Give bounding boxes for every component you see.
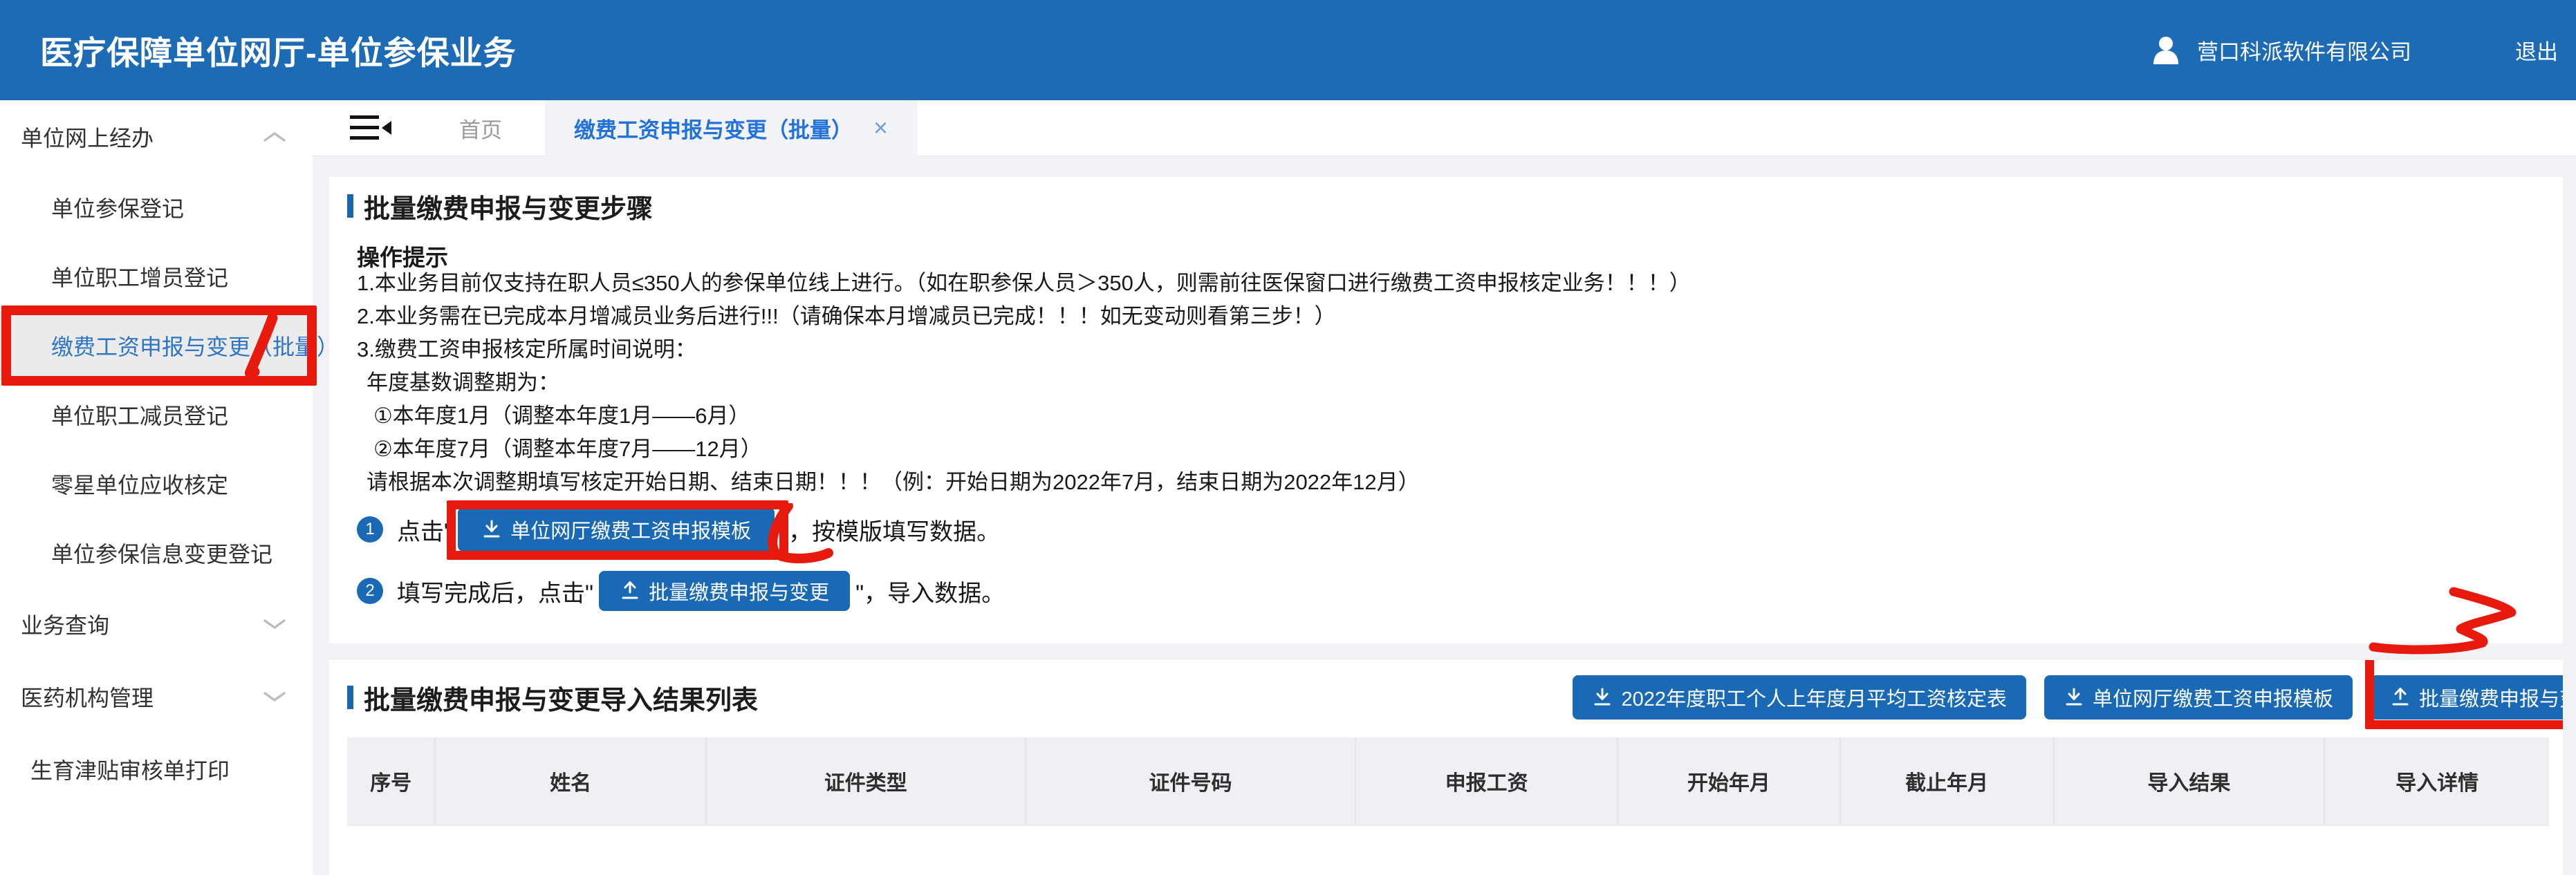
table-header-cell: 姓名 xyxy=(435,737,706,825)
steps-panel-title: 批量缴费申报与变更步骤 xyxy=(364,187,653,225)
table-header-cell: 证件类型 xyxy=(706,737,1026,825)
download-template-button-secondary[interactable]: 单位网厅缴费工资申报模板 xyxy=(2044,675,2353,719)
result-panel-title: 批量缴费申报与变更导入结果列表 xyxy=(364,679,758,717)
sidebar-item-label: 单位职工减员登记 xyxy=(51,399,228,431)
sidebar-group-unit-online-services[interactable]: 单位网上经办 xyxy=(0,100,313,173)
upload-icon xyxy=(620,581,640,601)
company-name: 营口科派软件有限公司 xyxy=(2197,35,2411,66)
chevron-up-icon xyxy=(263,124,286,149)
steps-panel-title-row: 批量缴费申报与变更步骤 xyxy=(347,192,2542,220)
tip-line: 年度基数调整期为： xyxy=(357,366,2542,399)
result-panel-header: 批量缴费申报与变更导入结果列表 2022年度职工个人上年度月平均工资核定表 xyxy=(347,675,2549,719)
user-icon xyxy=(2151,35,2180,66)
sidebar-item-label: 单位参保信息变更登记 xyxy=(51,537,272,569)
chevron-down-icon xyxy=(263,684,286,709)
step-2-pre-text: 填写完成后，点击" xyxy=(397,574,593,608)
sidebar-item-label: 零星单位应收核定 xyxy=(51,468,228,500)
section-accent-bar xyxy=(347,686,353,709)
step-1-badge: 1 xyxy=(357,516,383,543)
batch-upload-button[interactable]: 批量缴费申报与变更 xyxy=(599,571,850,611)
active-tab-label: 缴费工资申报与变更（批量） xyxy=(574,113,853,144)
chevron-down-icon xyxy=(263,611,286,637)
result-table: 序号 姓名 证件类型 证件号码 申报工资 开始年月 截止年月 导入结果 导入详情 xyxy=(347,737,2549,826)
content-area: 批量缴费申报与变更步骤 操作提示 1.本业务目前仅支持在职人员≤350人的参保单… xyxy=(313,156,2576,875)
step-2-row: 2 填写完成后，点击" 批量缴费申报与变更 "，导入数据。 xyxy=(357,570,2542,612)
sidebar-item-sporadic-receivable[interactable]: 零星单位应收核定 xyxy=(0,449,313,518)
result-panel-actions: 2022年度职工个人上年度月平均工资核定表 单位网厅缴费工资申报模板 xyxy=(1573,675,2563,719)
result-panel: 批量缴费申报与变更导入结果列表 2022年度职工个人上年度月平均工资核定表 xyxy=(329,660,2563,875)
tip-line: 1.本业务目前仅支持在职人员≤350人的参保单位线上进行。（如在职参保人员＞35… xyxy=(357,267,2542,300)
tip-line: 3.缴费工资申报核定所属时间说明： xyxy=(357,333,2542,366)
logout-button[interactable]: 退出 xyxy=(2515,35,2558,66)
sidebar-item-employee-remove[interactable]: 单位职工减员登记 xyxy=(0,380,313,449)
sidebar-item-label: 缴费工资申报与变更（批量） xyxy=(51,330,339,361)
step-1-post-text: "，按模版填写数据。 xyxy=(780,513,1000,547)
download-template-button[interactable]: 单位网厅缴费工资申报模板 xyxy=(458,507,775,552)
sidebar-group-business-query[interactable]: 业务查询 xyxy=(0,587,313,660)
table-header-cell: 证件号码 xyxy=(1026,737,1356,825)
download-icon xyxy=(1592,687,1613,708)
button-label: 单位网厅缴费工资申报模板 xyxy=(2093,683,2333,712)
header-right: 营口科派软件有限公司 退出 xyxy=(2151,35,2558,66)
close-icon[interactable]: × xyxy=(873,115,888,140)
step-2-badge: 2 xyxy=(357,578,383,604)
sidebar-group-medical-org-mgmt[interactable]: 医药机构管理 xyxy=(0,660,313,733)
app-title: 医疗保障单位网厅-单位参保业务 xyxy=(40,26,517,74)
step-1-pre-text: 点击" xyxy=(397,513,452,547)
tip-line: ②本年度7月（调整本年度7月——12月） xyxy=(357,433,2542,466)
tips-title: 操作提示 xyxy=(357,239,2542,267)
sidebar-item-employee-add[interactable]: 单位职工增员登记 xyxy=(0,242,313,311)
user-menu[interactable]: 营口科派软件有限公司 xyxy=(2151,35,2411,66)
step-2-post-text: "，导入数据。 xyxy=(855,574,1005,608)
table-header-cell: 导入详情 xyxy=(2324,737,2549,825)
tab-home[interactable]: 首页 xyxy=(459,113,502,144)
sidebar-item-unit-info-change[interactable]: 单位参保信息变更登记 xyxy=(0,518,313,587)
table-header-row: 序号 姓名 证件类型 证件号码 申报工资 开始年月 截止年月 导入结果 导入详情 xyxy=(347,737,2549,825)
table-header-cell: 导入结果 xyxy=(2054,737,2325,825)
batch-upload-button-secondary[interactable]: 批量缴费申报与变更 xyxy=(2371,675,2563,719)
tip-line: ①本年度1月（调整本年度1月——6月） xyxy=(357,399,2542,433)
sidebar-item-label: 单位职工增员登记 xyxy=(51,261,228,292)
button-label: 2022年度职工个人上年度月平均工资核定表 xyxy=(1621,683,2007,712)
app-root: 医疗保障单位网厅-单位参保业务 营口科派软件有限公司 退出 单位网上经办 单位参… xyxy=(0,0,2576,875)
tip-line: 2.本业务需在已完成本月增减员业务后进行!!!（请确保本月增减员已完成！！！如无… xyxy=(357,300,2542,333)
collapse-menu-icon[interactable] xyxy=(350,114,391,142)
download-2022-wage-table-button[interactable]: 2022年度职工个人上年度月平均工资核定表 xyxy=(1573,675,2026,719)
table-header-cell: 截止年月 xyxy=(1840,737,2054,825)
sidebar-group-label: 医药机构管理 xyxy=(21,681,154,713)
batch-upload-button-label: 批量缴费申报与变更 xyxy=(649,576,829,605)
tip-line: 请根据本次调整期填写核定开始日期、结束日期！！！（例：开始日期为2022年7月，… xyxy=(357,466,2542,499)
step-1-row: 1 点击" 单位网厅缴费工资申报模板 xyxy=(357,502,2542,557)
upload-icon xyxy=(2390,687,2411,708)
download-icon xyxy=(481,519,502,540)
sidebar-item-maternity-allowance-print[interactable]: 生育津贴审核单打印 xyxy=(0,733,313,805)
operation-tips: 操作提示 1.本业务目前仅支持在职人员≤350人的参保单位线上进行。（如在职参保… xyxy=(357,239,2542,499)
section-accent-bar xyxy=(347,194,353,218)
tab-wage-declare-batch[interactable]: 缴费工资申报与变更（批量） × xyxy=(545,100,917,156)
app-header: 医疗保障单位网厅-单位参保业务 营口科派软件有限公司 退出 xyxy=(0,0,2576,100)
main-layout: 单位网上经办 单位参保登记 单位职工增员登记 缴费工资申报与变更（批量） 单位职… xyxy=(0,100,2576,875)
sidebar-item-wage-declare-batch[interactable]: 缴费工资申报与变更（批量） xyxy=(0,311,313,380)
main-area: 首页 缴费工资申报与变更（批量） × 批量缴费申报与变更步骤 操作提示 1.本业… xyxy=(313,100,2576,875)
table-header-cell: 申报工资 xyxy=(1355,737,1618,825)
button-label: 批量缴费申报与变更 xyxy=(2419,683,2563,712)
result-panel-title-row: 批量缴费申报与变更导入结果列表 xyxy=(347,684,758,711)
table-header-cell: 开始年月 xyxy=(1618,737,1840,825)
sidebar-group-label: 业务查询 xyxy=(21,608,109,640)
sidebar-item-label: 单位参保登记 xyxy=(51,191,184,223)
table-header-cell: 序号 xyxy=(347,737,435,825)
sidebar-item-label: 生育津贴审核单打印 xyxy=(30,753,230,785)
sidebar: 单位网上经办 单位参保登记 单位职工增员登记 缴费工资申报与变更（批量） 单位职… xyxy=(0,100,313,875)
tab-bar: 首页 缴费工资申报与变更（批量） × xyxy=(313,100,2576,156)
sidebar-item-unit-registration[interactable]: 单位参保登记 xyxy=(0,173,313,242)
steps-panel: 批量缴费申报与变更步骤 操作提示 1.本业务目前仅支持在职人员≤350人的参保单… xyxy=(329,177,2563,643)
download-icon xyxy=(2064,687,2084,708)
download-template-button-label: 单位网厅缴费工资申报模板 xyxy=(510,515,751,544)
sidebar-group-label: 单位网上经办 xyxy=(21,121,154,153)
